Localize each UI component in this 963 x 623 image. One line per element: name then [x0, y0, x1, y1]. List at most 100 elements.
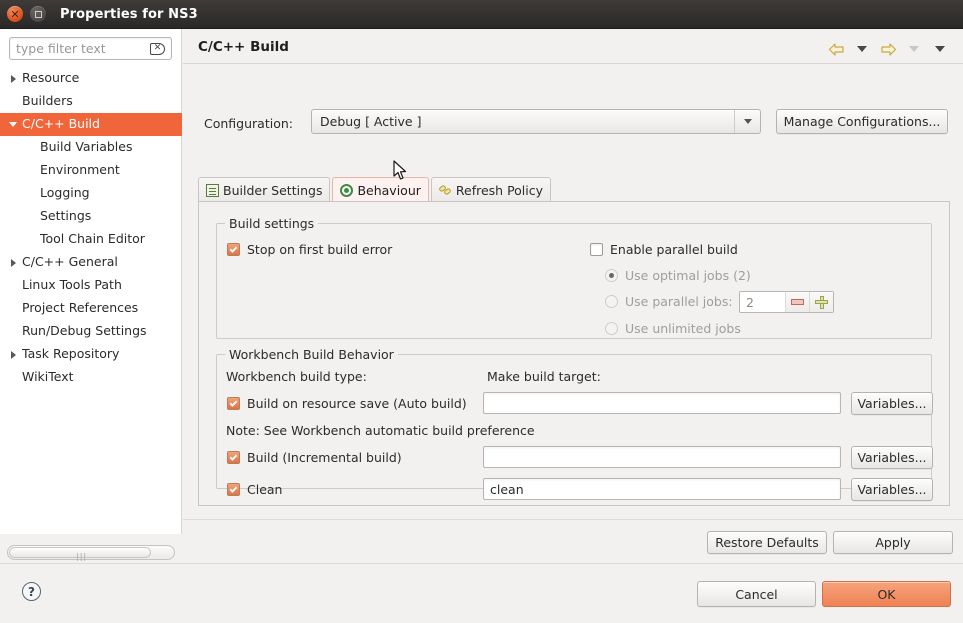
clean-variables-button[interactable]: Variables...: [851, 478, 933, 501]
tab-refresh-policy[interactable]: Refresh Policy: [430, 177, 552, 202]
radio-use-optimal-jobs[interactable]: Use optimal jobs (2): [605, 268, 751, 283]
sidebar-item-label: Linux Tools Path: [22, 277, 122, 293]
checkbox-icon: [590, 243, 603, 256]
sidebar-item-label: Logging: [40, 185, 90, 201]
tree-horizontal-scrollbar[interactable]: |||: [7, 545, 175, 561]
radio-use-parallel-jobs[interactable]: Use parallel jobs:: [605, 294, 733, 309]
chevron-down-glyph: [857, 46, 867, 52]
ok-button[interactable]: OK: [822, 581, 951, 607]
incremental-build-target-input[interactable]: [483, 446, 841, 468]
sidebar-item-wikitext[interactable]: WikiText: [0, 366, 182, 389]
settings-tree[interactable]: Resource Builders C/C++ Build Build Variabl…: [0, 67, 182, 389]
sidebar-item-label: C/C++ General: [22, 254, 118, 270]
checkbox-icon: [227, 397, 240, 410]
sidebar-item-label: Build Variables: [40, 139, 133, 155]
filter-placeholder: type filter text: [16, 41, 106, 56]
clean-target-input[interactable]: clean: [483, 478, 841, 500]
checkbox-icon: [227, 483, 240, 496]
sidebar-item-settings[interactable]: Settings: [0, 205, 182, 228]
sidebar-item-c-c-build[interactable]: C/C++ Build: [0, 113, 182, 136]
chevron-down-glyph: [743, 119, 752, 124]
minus-glyph: [791, 299, 804, 305]
sidebar-item-project-references[interactable]: Project References: [0, 297, 182, 320]
manage-configurations-button[interactable]: Manage Configurations...: [776, 109, 948, 134]
cancel-button[interactable]: Cancel: [697, 581, 816, 607]
workbench-build-behavior-group: Workbench Build Behavior Workbench build…: [216, 347, 933, 501]
sidebar-item-environment[interactable]: Environment: [0, 159, 182, 182]
sidebar-item-label: Builders: [22, 93, 73, 109]
radio-label: Use unlimited jobs: [625, 321, 741, 336]
chevron-down-icon[interactable]: [4, 122, 22, 127]
settings-tree-pane: type filter text ✕ Resource Builders C/C++…: [0, 29, 182, 561]
tab-behaviour[interactable]: Behaviour: [332, 177, 429, 202]
sidebar-item-build-variables[interactable]: Build Variables: [0, 136, 182, 159]
chevron-right-icon[interactable]: [4, 74, 22, 83]
scrollbar-grip-icon: |||: [76, 552, 88, 561]
maximize-glyph: [34, 10, 42, 18]
chevron-right-icon[interactable]: [4, 258, 22, 267]
clear-icon[interactable]: ✕: [150, 42, 165, 55]
maximize-icon[interactable]: [30, 6, 46, 22]
help-icon[interactable]: ?: [22, 582, 41, 601]
auto-build-target-input[interactable]: [483, 392, 841, 414]
sidebar-item-resource[interactable]: Resource: [0, 67, 182, 90]
label-text: Workbench build type:: [226, 369, 367, 384]
clean-checkbox[interactable]: Clean: [227, 482, 282, 497]
filter-input[interactable]: type filter text ✕: [9, 37, 172, 60]
configuration-value: Debug [ Active ]: [320, 114, 422, 129]
workbench-build-behavior-title: Workbench Build Behavior: [225, 347, 398, 362]
chevron-right-icon[interactable]: [4, 350, 22, 359]
build-incremental-checkbox[interactable]: Build (Incremental build): [227, 450, 402, 465]
chevron-down-glyph: [935, 46, 945, 52]
title-divider: [183, 63, 963, 64]
chevron-down-icon[interactable]: [734, 110, 760, 133]
sidebar-item-linux-tools-path[interactable]: Linux Tools Path: [0, 274, 182, 297]
build-settings-group: Build settings Stop on first build error…: [216, 216, 932, 339]
radio-icon: [605, 322, 618, 335]
sidebar-item-builders[interactable]: Builders: [0, 90, 182, 113]
plus-icon[interactable]: [809, 292, 833, 312]
page-menu-chevron-down-icon[interactable]: [927, 37, 953, 61]
sidebar-item-task-repository[interactable]: Task Repository: [0, 343, 182, 366]
settings-content-pane: C/C++ Build Configuration: Debug [ Activ…: [183, 29, 963, 534]
checkbox-label: Build (Incremental build): [247, 450, 402, 465]
sidebar-item-tool-chain-editor[interactable]: Tool Chain Editor: [0, 228, 182, 251]
checkbox-label: Stop on first build error: [247, 242, 393, 257]
stop-on-first-build-error-checkbox[interactable]: Stop on first build error: [227, 242, 392, 257]
sidebar-item-c-c-general[interactable]: C/C++ General: [0, 251, 182, 274]
sidebar-item-logging[interactable]: Logging: [0, 182, 182, 205]
input-value: clean: [490, 481, 524, 497]
configuration-select[interactable]: Debug [ Active ]: [311, 109, 761, 134]
clear-glyph: ✕: [153, 43, 162, 53]
sidebar-item-label: Tool Chain Editor: [40, 231, 145, 247]
scrollbar-thumb[interactable]: |||: [9, 547, 151, 561]
checkbox-icon: [227, 243, 240, 256]
close-glyph: ✕: [10, 7, 20, 21]
back-menu-chevron-down-icon[interactable]: [849, 37, 875, 61]
build-on-resource-save-checkbox[interactable]: Build on resource save (Auto build): [227, 396, 467, 411]
enable-parallel-build-checkbox[interactable]: Enable parallel build: [590, 242, 738, 257]
auto-build-variables-button[interactable]: Variables...: [851, 392, 933, 415]
forward-menu-chevron-down-icon[interactable]: [901, 37, 927, 61]
radio-use-unlimited-jobs[interactable]: Use unlimited jobs: [605, 321, 741, 336]
incremental-build-variables-button[interactable]: Variables...: [851, 446, 933, 469]
sidebar-item-label: C/C++ Build: [22, 116, 100, 132]
tab-label: Refresh Policy: [455, 182, 544, 198]
close-icon[interactable]: ✕: [7, 6, 23, 22]
back-arrow-icon[interactable]: [823, 37, 849, 61]
behaviour-icon: [340, 183, 354, 197]
parallel-jobs-stepper[interactable]: 2: [739, 291, 834, 313]
tab-builder-settings[interactable]: Builder Settings: [198, 177, 331, 202]
sidebar-item-run-debug-settings[interactable]: Run/Debug Settings: [0, 320, 182, 343]
radio-icon: [605, 295, 618, 308]
forward-arrow-icon[interactable]: [875, 37, 901, 61]
apply-button[interactable]: Apply: [833, 531, 953, 554]
minus-icon[interactable]: [785, 292, 809, 312]
forward-arrow-glyph: [880, 42, 896, 56]
page-navigation: [823, 37, 953, 61]
arrow-glyph: [10, 258, 16, 267]
refresh-policy-icon: [438, 183, 452, 197]
restore-defaults-button[interactable]: Restore Defaults: [707, 531, 827, 554]
footer-divider: [183, 519, 963, 520]
make-build-target-label: Make build target:: [487, 369, 601, 384]
